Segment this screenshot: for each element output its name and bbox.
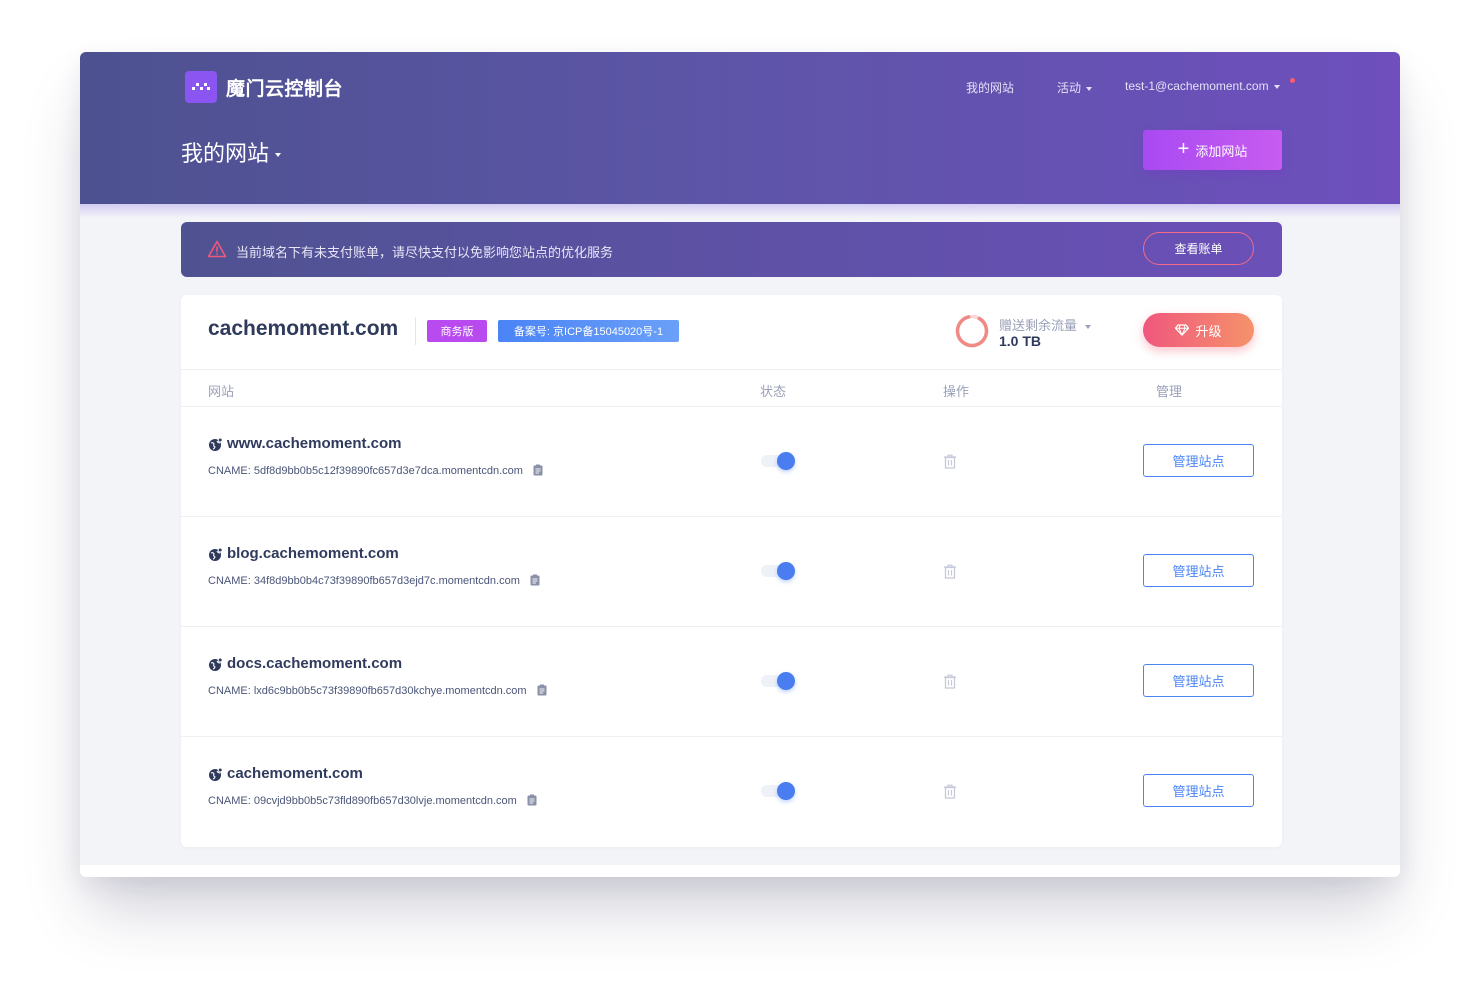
caret-down-icon [1085, 324, 1092, 329]
ring-icon [955, 314, 989, 348]
icp-badge: 备案号: 京ICP备15045020号-1 [498, 320, 679, 342]
table-row: docs.cachemoment.com CNAME: lxd6c9bb0b5c… [181, 627, 1282, 737]
caret-down-icon [1086, 86, 1093, 91]
nav-activities[interactable]: 活动 [1057, 79, 1093, 96]
manage-site-button[interactable]: 管理站点 [1143, 664, 1254, 697]
traffic-dropdown[interactable]: 赠送剩余流量 [999, 315, 1092, 334]
page-title: 我的网站 [181, 141, 270, 166]
toggle-knob [777, 452, 795, 470]
caret-down-icon [275, 153, 282, 158]
divider [415, 317, 416, 345]
status-toggle[interactable] [761, 452, 795, 470]
header-bar: 魔门云控制台 我的网站 活动 test-1@cachemoment.com 我的… [80, 52, 1400, 204]
cname-text: CNAME: 34f8d9bb0b4c73f39890fb657d3ejd7c.… [208, 575, 520, 587]
trash-icon[interactable] [943, 564, 957, 579]
manage-site-button[interactable]: 管理站点 [1143, 774, 1254, 807]
table-row: www.cachemoment.com CNAME: 5df8d9bb0b5c1… [181, 407, 1282, 517]
upgrade-button[interactable]: 升级 [1143, 313, 1254, 347]
status-toggle[interactable] [761, 672, 795, 690]
trash-icon[interactable] [943, 674, 957, 689]
table-row: blog.cachemoment.com CNAME: 34f8d9bb0b4c… [181, 517, 1282, 627]
warning-icon [207, 240, 227, 258]
plan-badge: 商务版 [427, 320, 487, 342]
column-header-site: 网站 [208, 384, 235, 399]
cname-value: CNAME: 09cvjd9bb0b5c73fld890fb657d30lvje… [208, 794, 537, 807]
cname-text: CNAME: 5df8d9bb0b5c12f39890fc657d3e7dca.… [208, 465, 523, 477]
globe-icon [209, 767, 223, 781]
logo-icon[interactable] [185, 71, 217, 103]
toggle-knob [777, 672, 795, 690]
status-toggle[interactable] [761, 782, 795, 800]
site-name: blog.cachemoment.com [227, 545, 399, 562]
clipboard-icon[interactable] [527, 794, 537, 806]
view-bill-button[interactable]: 查看账单 [1143, 232, 1254, 265]
window-bottom-strip [80, 865, 1400, 877]
cname-text: CNAME: lxd6c9bb0b5c73f39890fb657d30kchye… [208, 685, 527, 697]
notification-dot [1290, 78, 1295, 83]
upgrade-label: 升级 [1195, 323, 1222, 339]
alert-message: 当前域名下有未支付账单，请尽快支付以免影响您站点的优化服务 [236, 245, 614, 260]
user-email: test-1@cachemoment.com [1125, 79, 1269, 93]
console-window: 魔门云控制台 我的网站 活动 test-1@cachemoment.com 我的… [80, 52, 1400, 877]
nav-my-sites[interactable]: 我的网站 [966, 79, 1014, 96]
clipboard-icon[interactable] [533, 464, 543, 476]
trash-icon[interactable] [943, 784, 957, 799]
manage-site-button[interactable]: 管理站点 [1143, 444, 1254, 477]
site-name: www.cachemoment.com [227, 435, 402, 452]
add-site-label: 添加网站 [1195, 143, 1248, 159]
site-name: cachemoment.com [227, 765, 363, 782]
unpaid-bill-alert: 当前域名下有未支付账单，请尽快支付以免影响您站点的优化服务 查看账单 [181, 222, 1282, 277]
traffic-value: 1.0 TB [999, 333, 1042, 349]
page-title-dropdown[interactable]: 我的网站 [181, 136, 282, 168]
trash-icon[interactable] [943, 454, 957, 469]
traffic-label: 赠送剩余流量 [999, 318, 1078, 333]
nav-user-menu[interactable]: test-1@cachemoment.com [1125, 79, 1280, 93]
nav-activities-label: 活动 [1057, 81, 1082, 95]
plus-icon: + [1177, 138, 1190, 160]
add-site-button[interactable]: + 添加网站 [1143, 130, 1282, 170]
clipboard-icon[interactable] [530, 574, 540, 586]
column-header-action: 操作 [943, 384, 970, 399]
domain-name: cachemoment.com [208, 317, 399, 340]
toggle-knob [777, 562, 795, 580]
table-row: cachemoment.com CNAME: 09cvjd9bb0b5c73fl… [181, 737, 1282, 847]
diamond-icon [1175, 324, 1190, 336]
clipboard-icon[interactable] [537, 684, 547, 696]
brand-title[interactable]: 魔门云控制台 [226, 74, 343, 101]
site-name: docs.cachemoment.com [227, 655, 403, 672]
column-header-manage: 管理 [1156, 384, 1183, 399]
header-shadow [80, 204, 1400, 218]
column-header-status: 状态 [760, 384, 787, 399]
domain-card: cachemoment.com 商务版 备案号: 京ICP备15045020号-… [181, 295, 1282, 847]
globe-icon [209, 547, 223, 561]
globe-icon [209, 437, 223, 451]
status-toggle[interactable] [761, 562, 795, 580]
manage-site-button[interactable]: 管理站点 [1143, 554, 1254, 587]
cname-value: CNAME: 34f8d9bb0b4c73f39890fb657d3ejd7c.… [208, 574, 540, 587]
cname-text: CNAME: 09cvjd9bb0b5c73fld890fb657d30lvje… [208, 795, 517, 807]
globe-icon [209, 657, 223, 671]
table-header: 网站 状态 操作 管理 [181, 369, 1282, 407]
caret-down-icon [1273, 84, 1280, 89]
cname-value: CNAME: lxd6c9bb0b5c73f39890fb657d30kchye… [208, 684, 547, 697]
cname-value: CNAME: 5df8d9bb0b5c12f39890fc657d3e7dca.… [208, 464, 543, 477]
toggle-knob [777, 782, 795, 800]
